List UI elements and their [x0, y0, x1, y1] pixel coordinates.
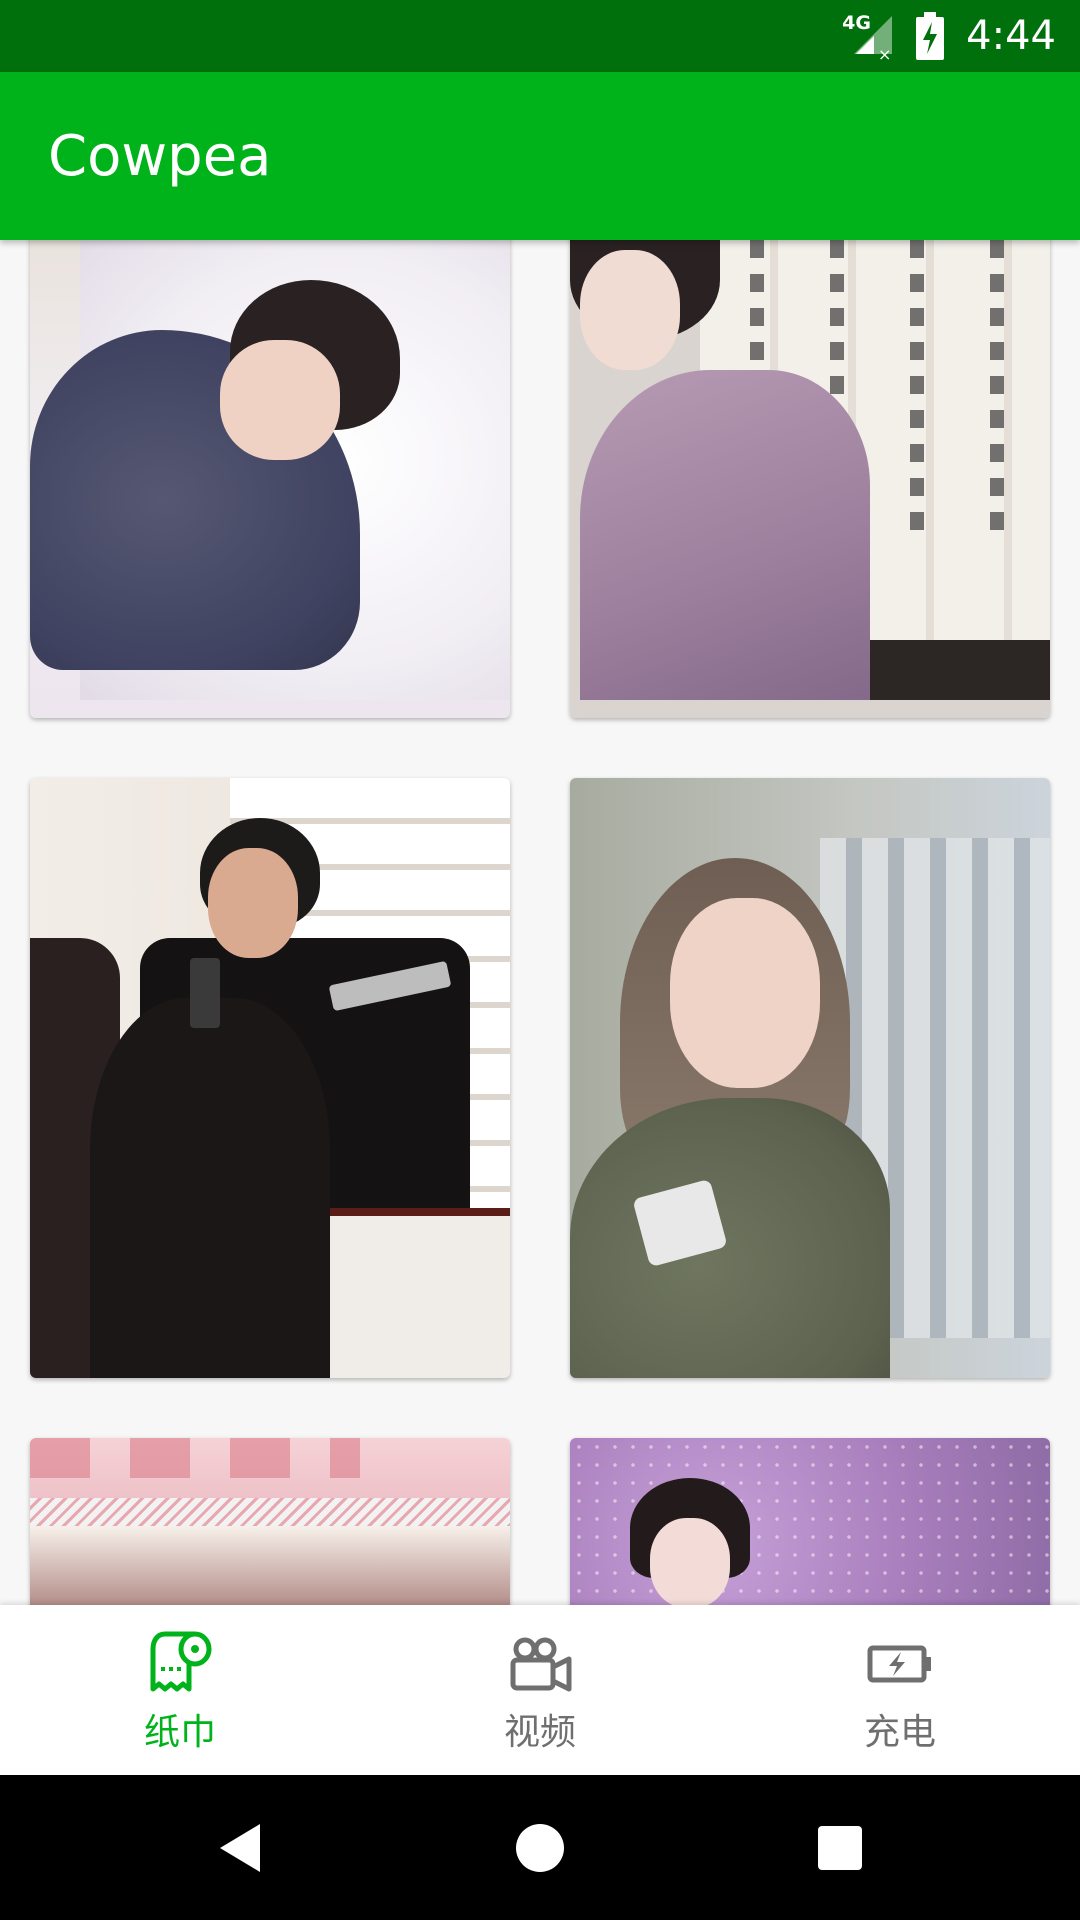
photo-smiling-girl — [570, 778, 1050, 1378]
nav-item-charge[interactable]: 充电 — [720, 1605, 1080, 1775]
photo-shop-sign — [30, 1438, 510, 1605]
clock: 4:44 — [966, 13, 1056, 59]
grid-item-1[interactable] — [30, 240, 510, 718]
nav-label-tissue: 纸巾 — [143, 1712, 216, 1753]
video-camera-icon — [510, 1637, 572, 1692]
nav-item-video[interactable]: 视频 — [360, 1605, 720, 1775]
photo-twin-tails-girl — [570, 1438, 1050, 1605]
grid-item-2[interactable] — [570, 240, 1050, 718]
bottom-navigation: 纸巾 视频 充电 — [0, 1605, 1080, 1775]
svg-text:×: × — [878, 45, 891, 62]
grid-item-6[interactable] — [570, 1438, 1050, 1605]
photo-sleeping-girl — [30, 240, 510, 718]
image-grid[interactable] — [0, 240, 1080, 1605]
app-title: Cowpea — [48, 124, 272, 189]
back-button[interactable] — [170, 1775, 310, 1920]
tissue-roll-icon — [150, 1631, 212, 1692]
photo-hanfu-girl — [570, 240, 1050, 718]
nav-label-charge: 充电 — [863, 1712, 936, 1753]
status-bar: 4G × 4:44 — [0, 0, 1080, 72]
grid-item-3[interactable] — [30, 778, 510, 1378]
recents-square-icon — [818, 1825, 862, 1870]
back-triangle-icon — [220, 1823, 260, 1872]
system-navigation-bar — [0, 1775, 1080, 1920]
photo-gun-pose — [30, 778, 510, 1378]
grid-item-5[interactable] — [30, 1438, 510, 1605]
status-icons: 4G × 4:44 — [842, 0, 1056, 72]
signal-icon: 4G × — [842, 10, 894, 62]
nav-label-video: 视频 — [503, 1712, 576, 1753]
home-circle-icon — [516, 1823, 564, 1872]
home-button[interactable] — [470, 1775, 610, 1920]
battery-charging-icon — [867, 1645, 931, 1683]
grid-item-4[interactable] — [570, 778, 1050, 1378]
battery-charging-status-icon — [916, 12, 945, 60]
app-bar: Cowpea — [0, 72, 1080, 240]
nav-item-tissue[interactable]: 纸巾 — [0, 1605, 360, 1775]
recents-button[interactable] — [770, 1775, 910, 1920]
